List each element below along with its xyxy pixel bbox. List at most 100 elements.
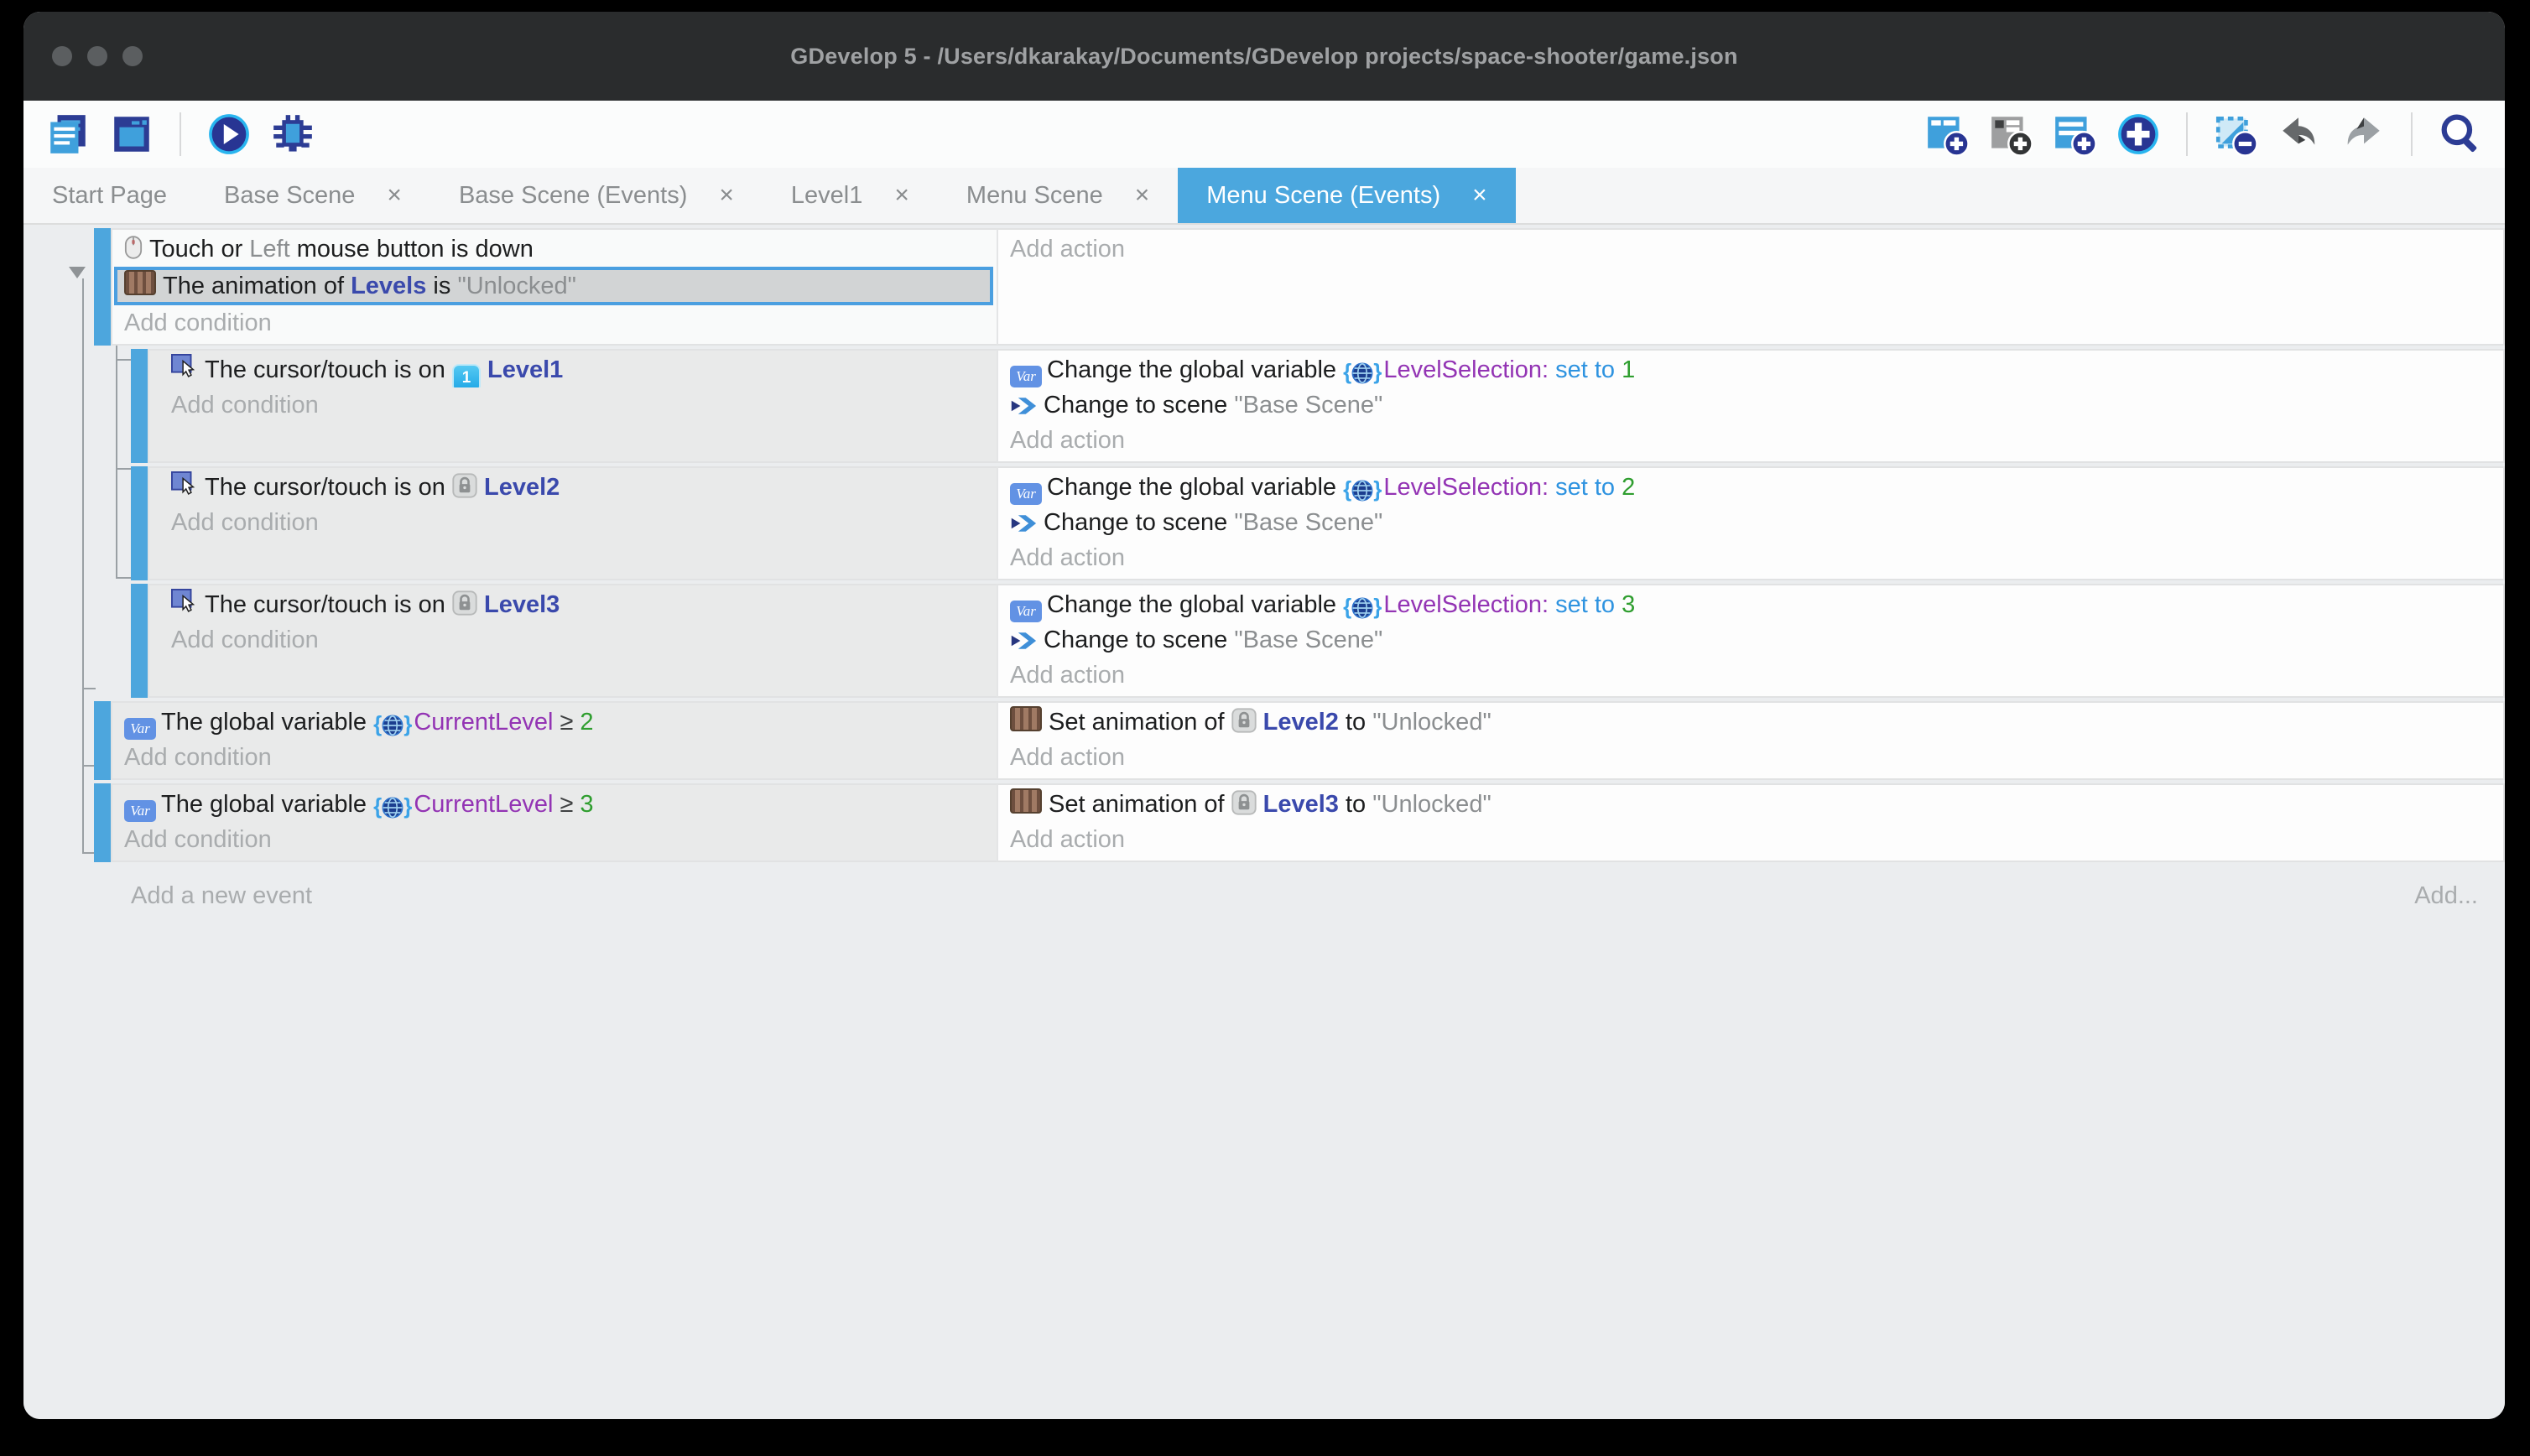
actions-cell[interactable]: Set animation of Level2 to "Unlocked"Add…: [997, 701, 2505, 780]
add-more-link[interactable]: Add...: [2414, 882, 2478, 910]
close-icon[interactable]: ×: [1135, 183, 1150, 208]
action-row[interactable]: VarChange the global variable {}LevelSel…: [998, 352, 2503, 387]
undo-button[interactable]: [2275, 110, 2324, 159]
actions-cell[interactable]: VarChange the global variable {}LevelSel…: [997, 349, 2505, 463]
action-row[interactable]: Change to scene "Base Scene": [998, 387, 2503, 423]
tab-menu-scene[interactable]: Menu Scene×: [938, 168, 1178, 223]
close-icon[interactable]: ×: [894, 183, 909, 208]
actions-cell[interactable]: VarChange the global variable {}LevelSel…: [997, 466, 2505, 580]
globe-icon: {}: [1343, 476, 1382, 505]
segment-text: Change to scene: [1044, 627, 1234, 653]
scene-arrow-icon: [1010, 631, 1037, 651]
event-highlight-bar[interactable]: [131, 349, 148, 463]
add-condition-link[interactable]: Add condition: [112, 740, 997, 775]
segment-add: Add action: [1010, 826, 1125, 853]
segment-text: The global variable: [161, 791, 373, 818]
segment-string: "Unlocked": [1372, 709, 1491, 736]
remove-selection-button[interactable]: [2211, 110, 2260, 159]
condition-row[interactable]: The animation of Levels is "Unlocked": [114, 267, 993, 305]
event-highlight-bar[interactable]: [131, 584, 148, 698]
add-condition-link[interactable]: Add condition: [112, 305, 997, 341]
condition-row[interactable]: VarThe global variable {}CurrentLevel ≥ …: [112, 705, 997, 740]
tab-menu-scene-events[interactable]: Menu Scene (Events)×: [1178, 168, 1515, 223]
segment-add: Add action: [1010, 662, 1125, 689]
segment-text: The global variable: [161, 709, 373, 736]
scene-editor-icon: [109, 112, 154, 157]
event-gutter: [23, 228, 94, 346]
add-comment-button[interactable]: [2050, 110, 2099, 159]
segment-string: "Base Scene": [1234, 509, 1382, 536]
condition-row[interactable]: VarThe global variable {}CurrentLevel ≥ …: [112, 787, 997, 822]
add-action-link[interactable]: Add action: [998, 740, 2503, 775]
segment-text: is: [426, 273, 457, 299]
tab-base-scene-events[interactable]: Base Scene (Events) ×: [430, 168, 763, 223]
conditions-cell[interactable]: VarThe global variable {}CurrentLevel ≥ …: [111, 701, 997, 780]
conditions-cell[interactable]: The cursor/touch is on Level3Add conditi…: [148, 584, 997, 698]
action-row[interactable]: VarChange the global variable {}LevelSel…: [998, 587, 2503, 622]
search-button[interactable]: [2436, 110, 2485, 159]
condition-row[interactable]: The cursor/touch is on Level2: [149, 470, 997, 505]
condition-row[interactable]: The cursor/touch is on Level3: [149, 587, 997, 622]
project-manager-button[interactable]: [44, 110, 92, 159]
add-condition-link[interactable]: Add condition: [149, 622, 997, 658]
tab-base-scene[interactable]: Base Scene×: [195, 168, 430, 223]
event-highlight-bar[interactable]: [94, 783, 111, 862]
traffic-light-zoom[interactable]: [122, 46, 143, 66]
actions-cell[interactable]: Set animation of Level3 to "Unlocked" Add…: [997, 783, 2505, 862]
action-row[interactable]: VarChange the global variable {}LevelSel…: [998, 470, 2503, 505]
action-row[interactable]: Set animation of Level3 to "Unlocked": [998, 787, 2503, 822]
add-condition-link[interactable]: Add condition: [149, 387, 997, 423]
conditions-cell[interactable]: VarThe global variable {}CurrentLevel ≥ …: [111, 783, 997, 862]
actions-cell[interactable]: VarChange the global variable {}LevelSel…: [997, 584, 2505, 698]
debug-button[interactable]: [268, 110, 317, 159]
add-action-link[interactable]: Add action: [998, 658, 2503, 693]
conditions-cell[interactable]: The cursor/touch is on 1Level1 Add condit…: [148, 349, 997, 463]
scene-editor-button[interactable]: [107, 110, 156, 159]
globe-icon: {}: [1343, 359, 1382, 387]
gdevelop-window: GDevelop 5 - /Users/dkarakay/Documents/G…: [23, 12, 2505, 1419]
add-condition-link[interactable]: Add condition: [149, 505, 997, 540]
actions-cell[interactable]: Add action: [997, 228, 2505, 346]
segment-text: Touch or: [149, 236, 249, 263]
traffic-light-close[interactable]: [52, 46, 72, 66]
tab-label: Base Scene (Events): [459, 182, 687, 210]
add-subevent-button[interactable]: [1986, 110, 2035, 159]
action-row[interactable]: Change to scene "Base Scene": [998, 622, 2503, 658]
condition-row[interactable]: Touch or Left mouse button is down: [112, 231, 997, 267]
condition-row[interactable]: The cursor/touch is on 1Level1: [149, 352, 997, 387]
close-icon[interactable]: ×: [387, 183, 402, 208]
segment-add: Add action: [1010, 544, 1125, 571]
tab-start-page[interactable]: Start Page: [23, 168, 195, 223]
event-highlight-bar[interactable]: [94, 701, 111, 780]
add-circle-button[interactable]: [2114, 110, 2163, 159]
event-gutter: [23, 783, 94, 862]
add-new-event-link[interactable]: Add a new event: [131, 882, 312, 910]
add-event-button[interactable]: [1923, 110, 1971, 159]
tab-label: Level1: [791, 182, 862, 210]
close-icon[interactable]: ×: [1472, 183, 1487, 208]
redo-button[interactable]: [2339, 110, 2387, 159]
var-icon: Var: [124, 800, 156, 822]
tab-level1[interactable]: Level1 ×: [763, 168, 938, 223]
event-highlight-bar[interactable]: [131, 466, 148, 580]
conditions-cell[interactable]: The cursor/touch is on Level2Add conditi…: [148, 466, 997, 580]
close-icon[interactable]: ×: [719, 183, 734, 208]
event-gutter: [23, 584, 131, 698]
add-action-link[interactable]: Add action: [998, 231, 2503, 267]
preview-play-button[interactable]: [205, 110, 253, 159]
segment-variable: LevelSelection:: [1383, 474, 1549, 501]
event-highlight-bar[interactable]: [94, 228, 111, 346]
add-action-link[interactable]: Add action: [998, 423, 2503, 458]
add-action-link[interactable]: Add action: [998, 540, 2503, 575]
action-row[interactable]: Set animation of Level2 to "Unlocked": [998, 705, 2503, 740]
event-gutter: [23, 466, 131, 580]
action-row[interactable]: Change to scene "Base Scene": [998, 505, 2503, 540]
toolbar-divider: [180, 112, 181, 156]
event-gutter: [23, 349, 131, 463]
traffic-light-minimize[interactable]: [87, 46, 107, 66]
segment-setto: set to: [1549, 474, 1622, 501]
add-condition-link[interactable]: Add condition: [112, 822, 997, 857]
add-action-link[interactable]: Add action: [998, 822, 2503, 857]
segment-add: Add condition: [171, 392, 319, 419]
conditions-cell[interactable]: Touch or Left mouse button is downThe an…: [111, 228, 997, 346]
